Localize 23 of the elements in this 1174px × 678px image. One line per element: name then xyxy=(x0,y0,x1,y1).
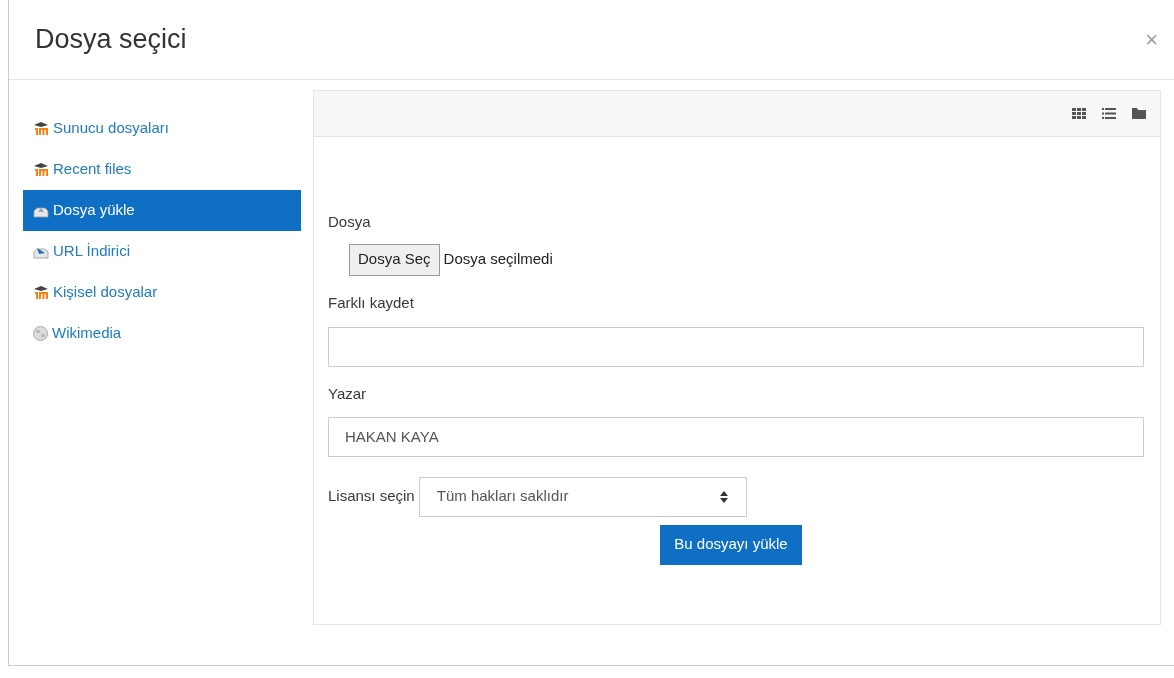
license-select[interactable]: Tüm hakları saklıdır xyxy=(418,476,747,517)
field-label: Farklı kaydet xyxy=(328,292,415,313)
sidebar-item[interactable]: Kişisel dosyalar xyxy=(23,272,301,313)
field-label: Yazar xyxy=(328,384,368,404)
sidebar-item[interactable]: Wikimedia xyxy=(23,313,301,354)
cap-logo-icon xyxy=(33,121,49,136)
file-status-text: Dosya seçilmedi xyxy=(443,249,553,270)
sidebar-item[interactable]: URL İndirici xyxy=(23,231,301,272)
dialog-title: Dosya seçici xyxy=(35,23,187,57)
sidebar-item[interactable]: Recent files xyxy=(23,149,301,190)
field-label: Lisansı seçin xyxy=(328,486,415,507)
choose-file-button[interactable]: Dosya Seç xyxy=(349,243,440,276)
cap-logo-icon xyxy=(33,162,49,177)
save-as-field[interactable] xyxy=(328,327,1144,367)
upload-button[interactable]: Bu dosyayı yükle xyxy=(660,524,802,565)
field-label: Dosya xyxy=(328,212,372,232)
sort-caret-icon xyxy=(719,490,728,503)
sidebar-item[interactable]: Sunucu dosyaları xyxy=(23,108,301,149)
globe-icon xyxy=(33,326,48,341)
close-button[interactable]: × xyxy=(1145,28,1158,51)
cap-logo-icon xyxy=(33,285,49,300)
sidebar-item[interactable]: Dosya yükle xyxy=(23,190,301,231)
author-field[interactable]: HAKAN KAYA xyxy=(328,416,1144,457)
